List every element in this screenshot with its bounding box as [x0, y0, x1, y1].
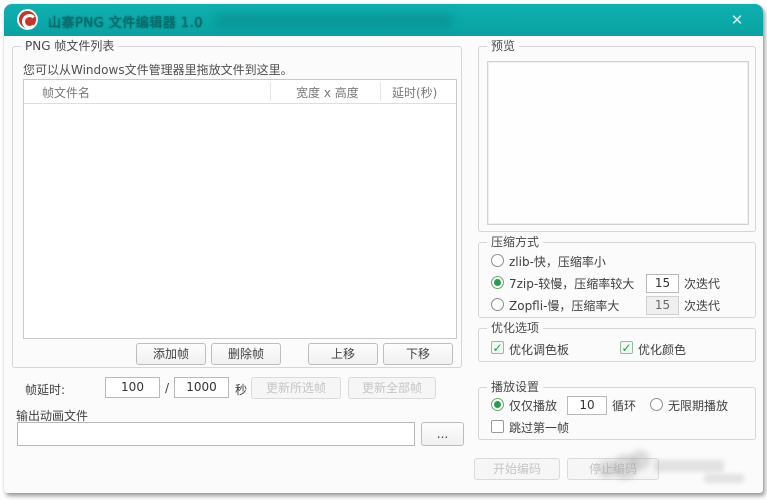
optimization-group: 优化选项 ✓ 优化调色板 ✓ 优化颜色: [478, 321, 756, 362]
skip-first-frame-label[interactable]: 跳过第一帧: [509, 419, 569, 436]
column-separator: [380, 82, 381, 101]
loop-unit-label: 循环: [612, 399, 637, 413]
drag-drop-hint: 您可以从Windows文件管理器里拖放文件到这里。: [23, 63, 293, 77]
update-all-frames-button[interactable]: 更新全部帧: [348, 377, 436, 399]
preview-canvas: [487, 61, 749, 225]
optimize-color-label[interactable]: 优化颜色: [638, 341, 686, 358]
column-header-delay[interactable]: 延时(秒): [392, 84, 437, 101]
delay-slash: /: [165, 381, 170, 395]
radio-zlib[interactable]: [491, 254, 504, 267]
radio-play-loops[interactable]: [491, 398, 504, 411]
window-title: 山寨PNG 文件编辑器 1.0: [48, 16, 204, 31]
optimization-group-label: 优化选项: [487, 321, 544, 335]
delay-denominator-input[interactable]: 1000: [174, 377, 229, 398]
zopfli-iterations-label: 次迭代: [684, 299, 721, 313]
preview-group-label: 预览: [487, 39, 520, 53]
frame-list-header: 帧文件名 宽度 x 高度 延时(秒): [24, 80, 456, 104]
compression-group-label: 压缩方式: [487, 235, 544, 249]
stop-encode-button[interactable]: 停止编码: [567, 458, 659, 480]
preview-group: 预览: [478, 39, 756, 232]
column-header-size[interactable]: 宽度 x 高度: [296, 84, 359, 101]
optimize-palette-checkbox[interactable]: ✓: [491, 341, 504, 354]
radio-7zip-label[interactable]: 7zip-较慢，压缩率较大: [509, 275, 634, 292]
app-icon: [17, 9, 38, 30]
update-selected-frame-button[interactable]: 更新所选帧: [251, 377, 341, 399]
skip-first-frame-checkbox[interactable]: [491, 420, 504, 433]
title-bar[interactable]: 山寨PNG 文件编辑器 1.0 ✕: [4, 4, 763, 36]
frame-delay-label: 帧延时:: [25, 383, 66, 397]
column-header-filename[interactable]: 帧文件名: [42, 84, 90, 101]
frame-list-empty-area[interactable]: [24, 104, 456, 338]
play-infinite-label[interactable]: 无限期播放: [668, 397, 728, 414]
frame-list-group-label: PNG 帧文件列表: [21, 39, 119, 53]
delay-numerator-input[interactable]: 100: [105, 377, 160, 398]
radio-zlib-label[interactable]: zlib-快，压缩率小: [509, 253, 606, 270]
browse-button[interactable]: ...: [421, 422, 464, 446]
delay-unit-label: 秒: [235, 383, 248, 397]
radio-zopfli[interactable]: [491, 298, 504, 311]
play-loops-label[interactable]: 仅仅播放: [509, 397, 557, 414]
radio-7zip[interactable]: [491, 276, 504, 289]
delete-frame-button[interactable]: 删除帧: [211, 343, 281, 365]
app-window: 山寨PNG 文件编辑器 1.0 ✕ PNG 帧文件列表 您可以从Windows文…: [4, 4, 763, 493]
frame-list-group: PNG 帧文件列表 您可以从Windows文件管理器里拖放文件到这里。 帧文件名…: [12, 39, 462, 368]
output-path-input[interactable]: [17, 422, 415, 446]
radio-zopfli-label[interactable]: Zopfli-慢，压缩率大: [509, 297, 619, 314]
close-icon[interactable]: ✕: [727, 11, 747, 29]
optimize-palette-label[interactable]: 优化调色板: [509, 341, 569, 358]
start-encode-button[interactable]: 开始编码: [474, 458, 560, 480]
radio-play-infinite[interactable]: [650, 398, 663, 411]
add-frame-button[interactable]: 添加帧: [136, 343, 206, 365]
optimize-color-checkbox[interactable]: ✓: [620, 341, 633, 354]
playback-group: 播放设置 仅仅播放 10 循环 无限期播放 跳过第一帧: [478, 380, 756, 440]
playback-group-label: 播放设置: [487, 380, 544, 394]
7zip-iterations-label: 次迭代: [684, 277, 721, 291]
column-separator: [270, 82, 271, 101]
window-body: PNG 帧文件列表 您可以从Windows文件管理器里拖放文件到这里。 帧文件名…: [4, 36, 763, 493]
move-up-button[interactable]: 上移: [308, 343, 378, 365]
7zip-iterations-input[interactable]: 15: [646, 274, 679, 293]
move-down-button[interactable]: 下移: [383, 343, 453, 365]
loop-count-input[interactable]: 10: [567, 396, 607, 415]
frame-list-table[interactable]: 帧文件名 宽度 x 高度 延时(秒): [23, 79, 457, 339]
titlebar-watermark: [214, 14, 454, 27]
zopfli-iterations-input[interactable]: 15: [646, 296, 679, 315]
compression-group: 压缩方式 zlib-快，压缩率小 7zip-较慢，压缩率较大 15 次迭代 Zo…: [478, 235, 756, 318]
